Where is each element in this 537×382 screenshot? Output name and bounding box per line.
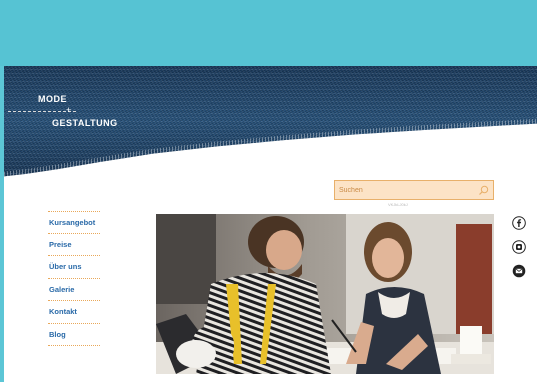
nav-item-blog[interactable]: Blog — [48, 324, 100, 346]
facebook-icon[interactable] — [512, 216, 526, 230]
nav-item-label: Über uns — [49, 262, 82, 271]
search-box — [334, 180, 494, 200]
page-content: MODE + GESTALTUNG VKJkLJ0kJ Kursangebot … — [4, 66, 537, 382]
instagram-icon[interactable] — [512, 240, 526, 254]
nav-item-label: Galerie — [49, 284, 75, 294]
search-icon[interactable] — [477, 184, 490, 197]
logo-line-gestaltung: GESTALTUNG — [52, 118, 118, 128]
mail-icon[interactable] — [512, 264, 526, 278]
nav-item-label: Blog — [49, 329, 66, 339]
logo-plus: + — [66, 105, 72, 115]
search-caption: VKJkLJ0kJ — [388, 202, 408, 207]
nav-item-label: Preise — [49, 239, 72, 249]
social-links — [512, 216, 528, 288]
search-input[interactable] — [339, 184, 477, 197]
site-logo[interactable]: MODE + GESTALTUNG — [4, 94, 134, 134]
nav-item-ueber-uns[interactable]: Über uns — [48, 256, 100, 279]
top-banner — [0, 0, 537, 66]
nav-item-label: Kontakt — [49, 307, 77, 316]
nav-item-kursangebot[interactable]: Kursangebot — [48, 211, 100, 234]
nav-item-kontakt[interactable]: Kontakt — [48, 301, 100, 324]
hero-photo — [156, 214, 494, 374]
main-navigation: Kursangebot Preise Über uns Galerie Kont… — [48, 211, 100, 346]
nav-item-preise[interactable]: Preise — [48, 234, 100, 256]
nav-item-label: Kursangebot — [49, 218, 96, 227]
nav-item-galerie[interactable]: Galerie — [48, 279, 100, 301]
logo-line-mode: MODE — [38, 94, 67, 104]
